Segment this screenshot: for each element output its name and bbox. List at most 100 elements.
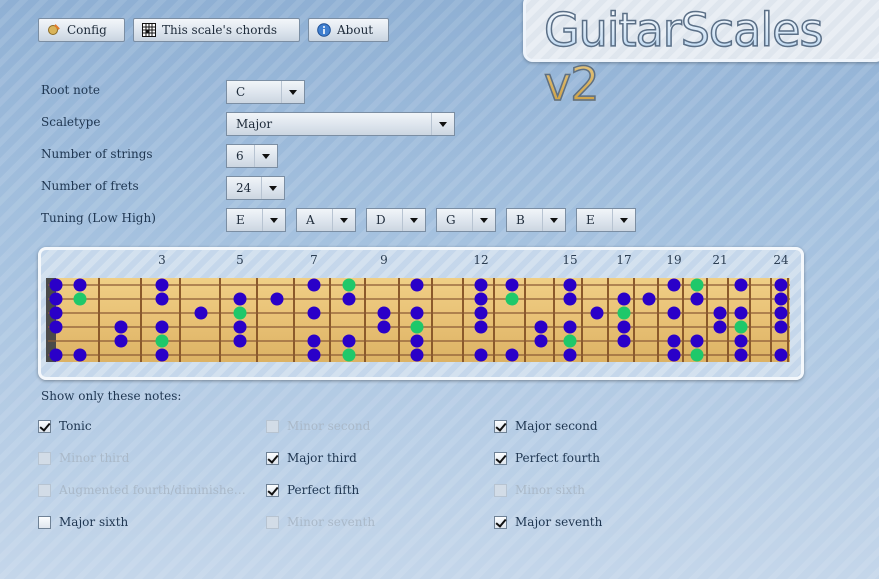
note-filter-checkbox[interactable]: Perfect fifth — [266, 483, 359, 497]
note-filter-checkbox[interactable]: Major second — [494, 419, 598, 433]
note-dot[interactable] — [410, 278, 424, 292]
note-filter-checkbox[interactable]: Major third — [266, 451, 357, 465]
fret-wire — [98, 278, 100, 362]
tonic-dot[interactable] — [690, 278, 704, 292]
fret-wire — [770, 278, 772, 362]
note-dot[interactable] — [563, 292, 577, 306]
note-dot[interactable] — [49, 292, 63, 306]
note-dot[interactable] — [155, 348, 169, 362]
note-dot[interactable] — [49, 278, 63, 292]
note-dot[interactable] — [774, 278, 788, 292]
note-dot[interactable] — [774, 348, 788, 362]
note-dot[interactable] — [114, 334, 128, 348]
note-dot[interactable] — [734, 348, 748, 362]
note-dot[interactable] — [410, 334, 424, 348]
note-dot[interactable] — [563, 278, 577, 292]
fret-wire — [706, 278, 708, 362]
note-dot[interactable] — [73, 278, 87, 292]
note-filter-label: Perfect fourth — [515, 451, 600, 465]
note-dot[interactable] — [534, 320, 548, 334]
checkbox-checked-icon — [494, 451, 507, 465]
note-dot[interactable] — [307, 334, 321, 348]
note-dot[interactable] — [690, 334, 704, 348]
note-dot[interactable] — [642, 292, 656, 306]
note-filter-checkbox: Minor sixth — [494, 483, 585, 497]
note-dot[interactable] — [774, 306, 788, 320]
fret-wire — [607, 278, 609, 362]
note-filter-checkbox[interactable]: Major seventh — [494, 515, 602, 529]
tonic-dot[interactable] — [690, 348, 704, 362]
note-dot[interactable] — [73, 348, 87, 362]
note-dot[interactable] — [49, 306, 63, 320]
tonic-dot[interactable] — [342, 348, 356, 362]
note-dot[interactable] — [155, 278, 169, 292]
note-dot[interactable] — [474, 278, 488, 292]
tonic-dot[interactable] — [233, 306, 247, 320]
tonic-dot[interactable] — [617, 306, 631, 320]
note-dot[interactable] — [194, 306, 208, 320]
note-dot[interactable] — [49, 348, 63, 362]
note-filter-checkbox[interactable]: Perfect fourth — [494, 451, 600, 465]
note-dot[interactable] — [114, 320, 128, 334]
note-dot[interactable] — [270, 292, 284, 306]
note-dot[interactable] — [690, 292, 704, 306]
note-dot[interactable] — [505, 278, 519, 292]
note-dot[interactable] — [667, 278, 681, 292]
note-filter-checkbox: Minor seventh — [266, 515, 375, 529]
note-dot[interactable] — [734, 306, 748, 320]
note-dot[interactable] — [734, 278, 748, 292]
tonic-dot[interactable] — [342, 278, 356, 292]
note-dot[interactable] — [410, 306, 424, 320]
note-filter-checkbox[interactable]: Tonic — [38, 419, 92, 433]
tonic-dot[interactable] — [410, 320, 424, 334]
note-dot[interactable] — [774, 292, 788, 306]
note-dot[interactable] — [377, 306, 391, 320]
tonic-dot[interactable] — [73, 292, 87, 306]
tonic-dot[interactable] — [155, 334, 169, 348]
fret-wire — [682, 278, 684, 362]
filter-title: Show only these notes: — [41, 389, 182, 403]
note-dot[interactable] — [505, 348, 519, 362]
note-dot[interactable] — [307, 348, 321, 362]
checkbox-unchecked-icon — [38, 451, 51, 465]
fret-wire — [553, 278, 555, 362]
note-filter-checkbox[interactable]: Major sixth — [38, 515, 128, 529]
note-dot[interactable] — [774, 320, 788, 334]
checkbox-checked-icon — [494, 515, 507, 529]
note-dot[interactable] — [233, 320, 247, 334]
note-dot[interactable] — [155, 292, 169, 306]
note-dot[interactable] — [617, 320, 631, 334]
note-dot[interactable] — [563, 348, 577, 362]
note-dot[interactable] — [377, 320, 391, 334]
note-dot[interactable] — [307, 306, 321, 320]
note-dot[interactable] — [667, 306, 681, 320]
note-filter-label: Minor seventh — [287, 515, 376, 529]
note-filter-checkbox: Minor third — [38, 451, 129, 465]
note-dot[interactable] — [474, 320, 488, 334]
note-dot[interactable] — [49, 320, 63, 334]
note-dot[interactable] — [342, 292, 356, 306]
note-dot[interactable] — [342, 334, 356, 348]
note-dot[interactable] — [713, 320, 727, 334]
note-dot[interactable] — [667, 348, 681, 362]
tonic-dot[interactable] — [505, 292, 519, 306]
note-dot[interactable] — [410, 348, 424, 362]
note-dot[interactable] — [155, 320, 169, 334]
note-dot[interactable] — [474, 306, 488, 320]
fret-wire — [657, 278, 659, 362]
note-dot[interactable] — [617, 334, 631, 348]
note-dot[interactable] — [667, 334, 681, 348]
note-dot[interactable] — [534, 334, 548, 348]
note-dot[interactable] — [474, 292, 488, 306]
note-dot[interactable] — [617, 292, 631, 306]
note-dot[interactable] — [734, 334, 748, 348]
note-dot[interactable] — [713, 306, 727, 320]
tonic-dot[interactable] — [734, 320, 748, 334]
note-dot[interactable] — [474, 348, 488, 362]
note-dot[interactable] — [233, 334, 247, 348]
tonic-dot[interactable] — [563, 334, 577, 348]
note-dot[interactable] — [563, 320, 577, 334]
note-dot[interactable] — [233, 292, 247, 306]
note-dot[interactable] — [590, 306, 604, 320]
note-dot[interactable] — [307, 278, 321, 292]
